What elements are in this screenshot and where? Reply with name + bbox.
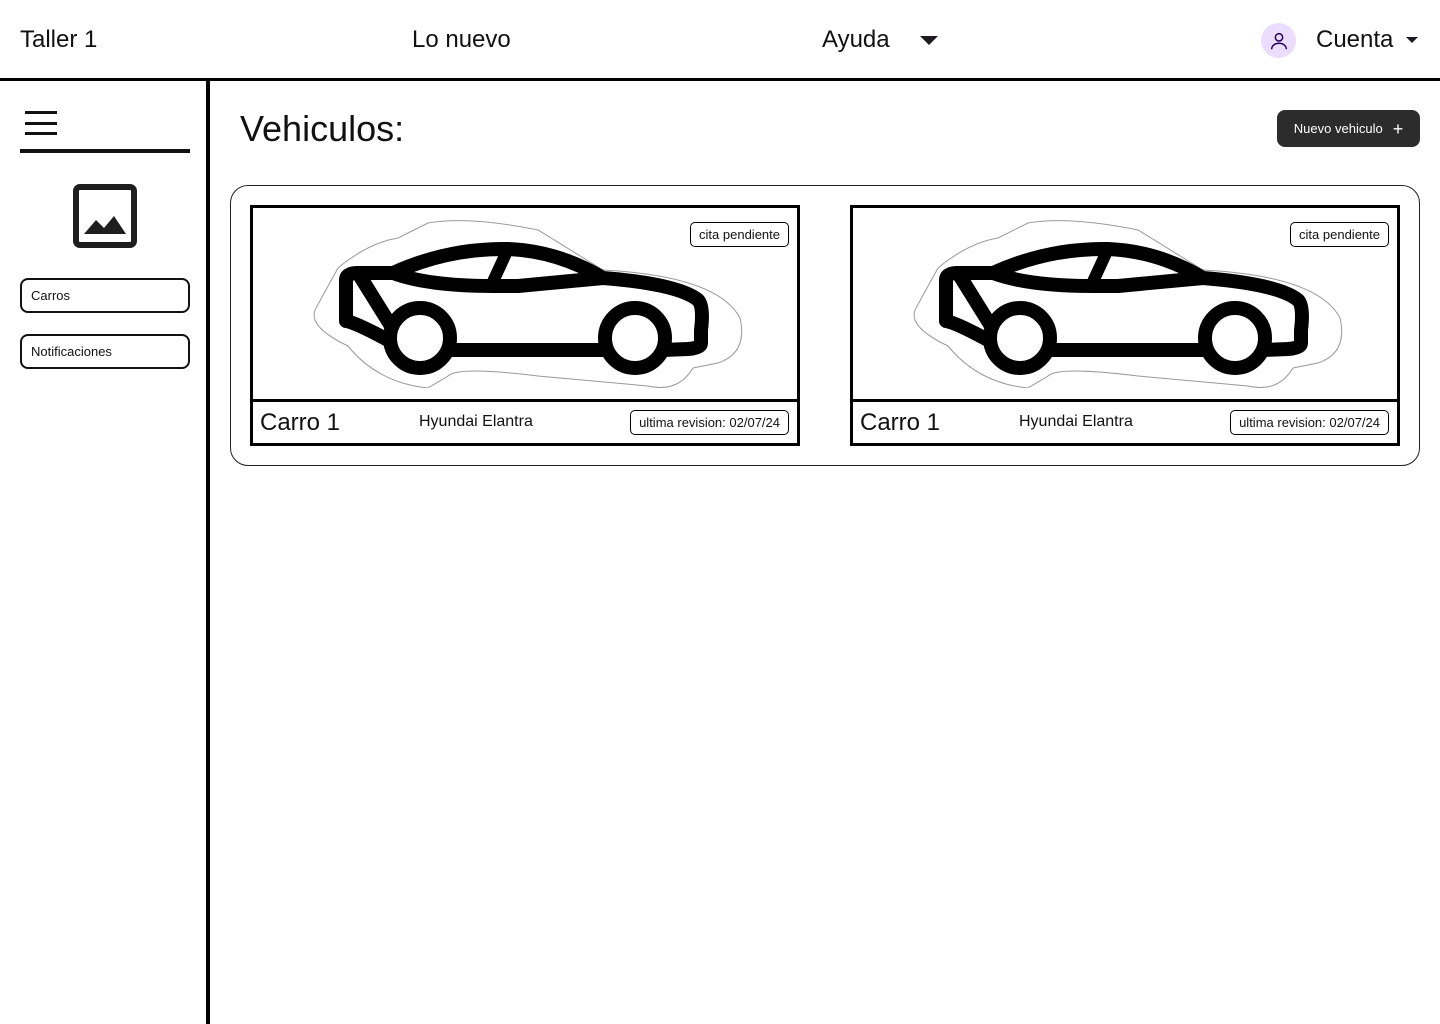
nav-ayuda-dropdown[interactable]: Ayuda: [822, 26, 938, 54]
sidebar-item-notificaciones[interactable]: Notificaciones: [20, 334, 190, 369]
status-badge: cita pendiente: [1290, 222, 1389, 247]
page-title: Vehiculos:: [240, 108, 405, 149]
new-vehicle-label: Nuevo vehiculo: [1293, 121, 1383, 136]
vehicle-card[interactable]: cita pendiente Carro 1 Hyundai Elantra u…: [250, 205, 800, 446]
avatar[interactable]: [1261, 23, 1296, 58]
nav-ayuda-label: Ayuda: [822, 26, 890, 53]
vehicle-model: Hyundai Elantra: [419, 413, 533, 430]
new-vehicle-button[interactable]: Nuevo vehiculo +: [1277, 110, 1420, 147]
vehicle-name: Carro 1: [260, 409, 341, 436]
caret-down-icon: [919, 35, 938, 45]
revision-badge: ultima revision: 02/07/24: [630, 410, 789, 435]
vehicle-model: Hyundai Elantra: [1019, 413, 1133, 430]
brand-title[interactable]: Taller 1: [20, 26, 97, 54]
car-icon: [313, 220, 743, 388]
account-dropdown[interactable]: Cuenta: [1316, 26, 1419, 54]
nav-lo-nuevo[interactable]: Lo nuevo: [412, 26, 511, 54]
account-label: Cuenta: [1316, 26, 1394, 53]
sidebar-item-carros[interactable]: Carros: [20, 278, 190, 313]
hamburger-icon[interactable]: [25, 111, 57, 135]
car-icon: [913, 220, 1343, 388]
sidebar: Carros Notificaciones: [0, 81, 210, 1024]
revision-badge: ultima revision: 02/07/24: [1230, 410, 1389, 435]
top-bar: Taller 1 Lo nuevo Ayuda Cuenta: [0, 0, 1440, 81]
image-icon: [73, 184, 137, 253]
sidebar-divider: [20, 149, 190, 153]
plus-icon: +: [1392, 118, 1404, 139]
status-badge: cita pendiente: [690, 222, 789, 247]
vehicle-card[interactable]: cita pendiente Carro 1 Hyundai Elantra u…: [850, 205, 1400, 446]
caret-down-icon: [1406, 37, 1419, 43]
user-icon: [1270, 32, 1287, 49]
vehicle-name: Carro 1: [860, 409, 941, 436]
